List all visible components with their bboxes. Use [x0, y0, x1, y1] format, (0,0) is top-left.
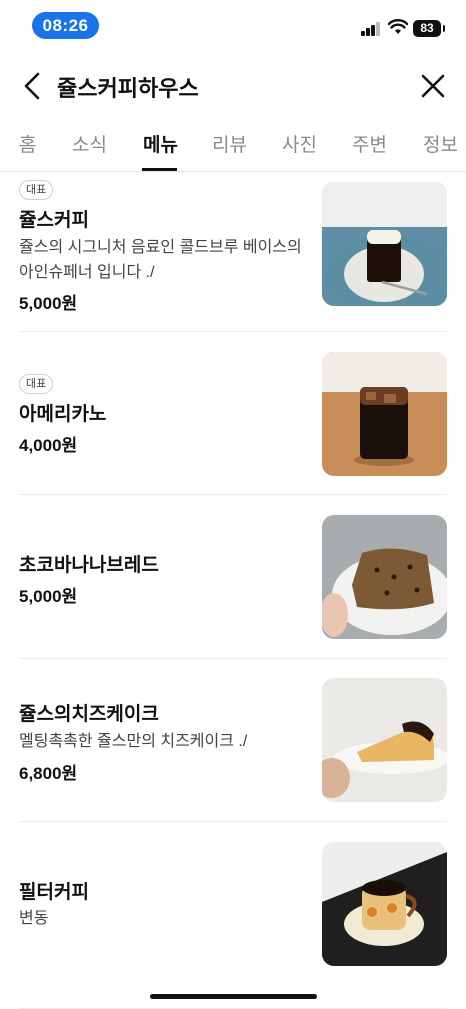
cellular-signal-icon: [361, 22, 381, 36]
tab-reviews[interactable]: 리뷰: [212, 130, 247, 157]
close-icon[interactable]: [418, 71, 448, 101]
menu-item-name: 쥴스의치즈케이크: [19, 704, 159, 725]
tab-photos[interactable]: 사진: [282, 130, 317, 157]
iced-americano-photo[interactable]: [322, 352, 447, 476]
menu-item-price: 5,000원: [19, 587, 78, 606]
menu-item-price: 4,000원: [19, 436, 78, 455]
cheesecake-photo[interactable]: [322, 678, 447, 802]
tab-news[interactable]: 소식: [72, 130, 107, 157]
menu-item-name: 쥴스커피: [19, 210, 89, 231]
signature-badge: 대표: [19, 180, 54, 200]
status-time: 08:26: [32, 12, 99, 39]
menu-item-price: 6,800원: [19, 764, 78, 783]
menu-item-description: 쥴스의 시그니처 음료인 콜드브루 베이스의 아인슈페너 입니다 ./: [19, 239, 302, 281]
active-tab-indicator: [142, 168, 177, 171]
wifi-icon: [388, 19, 408, 34]
menu-item[interactable]: 초코바나나브레드 5,000원: [0, 495, 466, 659]
menu-item[interactable]: 필터커피 변동: [0, 822, 466, 1009]
menu-item-name: 아메리카노: [19, 404, 107, 425]
header: 쥴스커피하우스: [0, 58, 466, 114]
signature-badge: 대표: [19, 374, 54, 394]
tab-nearby[interactable]: 주변: [352, 130, 387, 157]
menu-item[interactable]: 대표 아메리카노 4,000원: [0, 332, 466, 495]
menu-item[interactable]: 쥴스의치즈케이크 멜팅촉촉한 쥴스만의 치즈케이크 ./ 6,800원: [0, 659, 466, 822]
menu-item-description: 멜팅촉촉한 쥴스만의 치즈케이크 ./: [19, 733, 248, 750]
filter-coffee-photo[interactable]: [322, 842, 447, 966]
coffee-cream-photo[interactable]: [322, 182, 447, 306]
menu-item-name: 초코바나나브레드: [19, 555, 159, 576]
home-indicator: [150, 994, 317, 999]
tab-bar: 홈 소식 메뉴 리뷰 사진 주변 정보: [0, 124, 466, 172]
tab-menu[interactable]: 메뉴: [143, 130, 178, 157]
menu-item-description: 변동: [19, 910, 49, 927]
menu-item-price: 5,000원: [19, 294, 78, 313]
menu-item-name: 필터커피: [19, 882, 89, 903]
status-bar: 08:26 83: [0, 0, 466, 52]
tab-home[interactable]: 홈: [19, 130, 36, 157]
menu-list: 대표 쥴스커피 쥴스의 시그니처 음료인 콜드브루 베이스의 아인슈페너 입니다…: [0, 172, 466, 1009]
battery-icon: 83: [413, 20, 445, 37]
tab-info[interactable]: 정보: [423, 130, 458, 157]
banana-bread-photo[interactable]: [322, 515, 447, 639]
page-title: 쥴스커피하우스: [57, 76, 199, 101]
menu-item[interactable]: 대표 쥴스커피 쥴스의 시그니처 음료인 콜드브루 베이스의 아인슈페너 입니다…: [0, 172, 466, 332]
back-arrow-icon[interactable]: [18, 70, 48, 102]
